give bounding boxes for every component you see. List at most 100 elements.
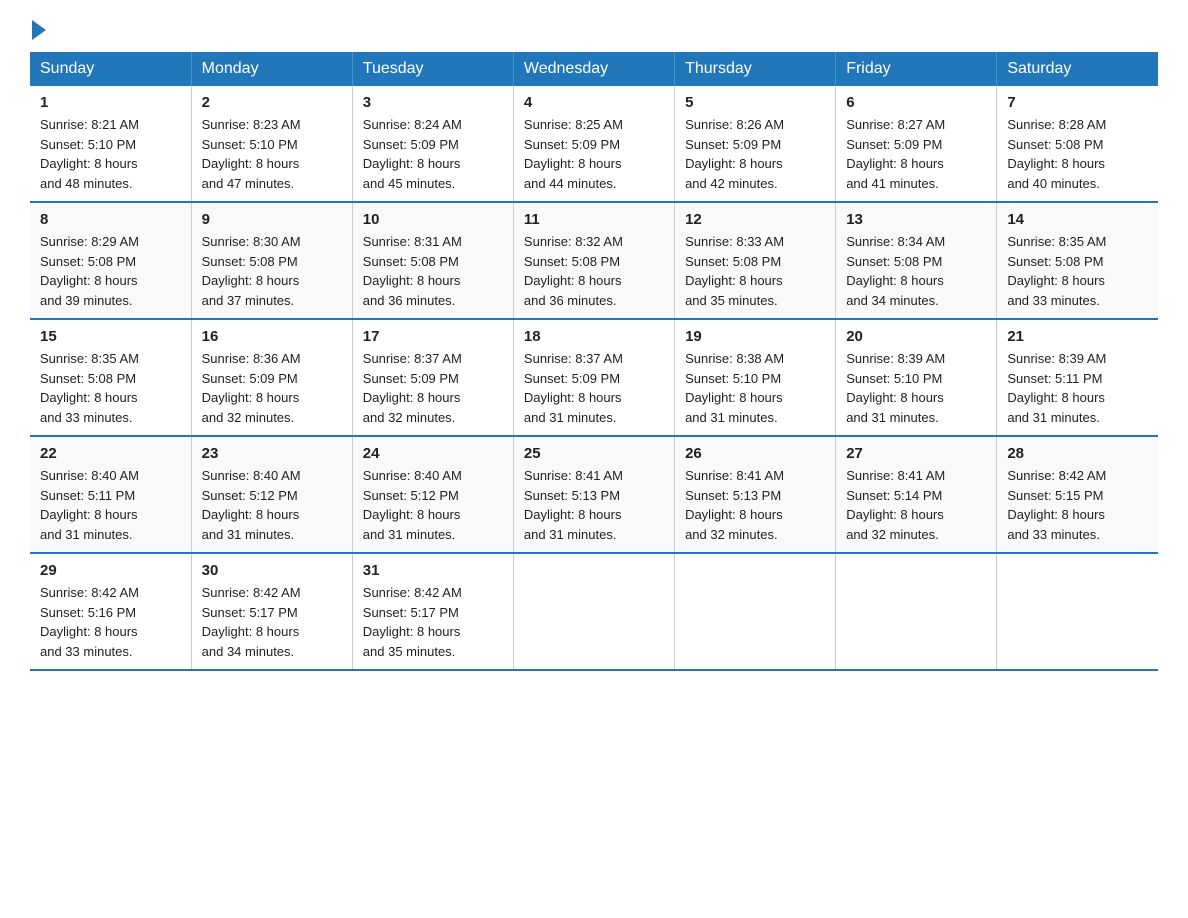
- day-number: 23: [202, 445, 342, 462]
- day-number: 4: [524, 94, 664, 111]
- day-info: Sunrise: 8:42 AMSunset: 5:17 PMDaylight:…: [363, 583, 503, 661]
- day-number: 29: [40, 562, 181, 579]
- day-number: 25: [524, 445, 664, 462]
- calendar-cell: 19 Sunrise: 8:38 AMSunset: 5:10 PMDaylig…: [675, 319, 836, 436]
- calendar-cell: 31 Sunrise: 8:42 AMSunset: 5:17 PMDaylig…: [352, 553, 513, 670]
- calendar-cell: 2 Sunrise: 8:23 AMSunset: 5:10 PMDayligh…: [191, 86, 352, 202]
- calendar-cell: 17 Sunrise: 8:37 AMSunset: 5:09 PMDaylig…: [352, 319, 513, 436]
- day-info: Sunrise: 8:23 AMSunset: 5:10 PMDaylight:…: [202, 115, 342, 193]
- day-info: Sunrise: 8:34 AMSunset: 5:08 PMDaylight:…: [846, 232, 986, 310]
- page-header: [30, 20, 1158, 36]
- calendar-week-4: 22 Sunrise: 8:40 AMSunset: 5:11 PMDaylig…: [30, 436, 1158, 553]
- day-info: Sunrise: 8:21 AMSunset: 5:10 PMDaylight:…: [40, 115, 181, 193]
- calendar-cell: [513, 553, 674, 670]
- header-thursday: Thursday: [675, 52, 836, 86]
- day-number: 13: [846, 211, 986, 228]
- calendar-cell: 15 Sunrise: 8:35 AMSunset: 5:08 PMDaylig…: [30, 319, 191, 436]
- day-info: Sunrise: 8:31 AMSunset: 5:08 PMDaylight:…: [363, 232, 503, 310]
- day-number: 27: [846, 445, 986, 462]
- calendar-cell: 22 Sunrise: 8:40 AMSunset: 5:11 PMDaylig…: [30, 436, 191, 553]
- logo: [30, 20, 46, 36]
- header-friday: Friday: [836, 52, 997, 86]
- calendar-cell: 20 Sunrise: 8:39 AMSunset: 5:10 PMDaylig…: [836, 319, 997, 436]
- calendar-cell: 23 Sunrise: 8:40 AMSunset: 5:12 PMDaylig…: [191, 436, 352, 553]
- day-info: Sunrise: 8:32 AMSunset: 5:08 PMDaylight:…: [524, 232, 664, 310]
- day-info: Sunrise: 8:40 AMSunset: 5:12 PMDaylight:…: [363, 466, 503, 544]
- calendar-cell: 21 Sunrise: 8:39 AMSunset: 5:11 PMDaylig…: [997, 319, 1158, 436]
- calendar-cell: 12 Sunrise: 8:33 AMSunset: 5:08 PMDaylig…: [675, 202, 836, 319]
- day-number: 17: [363, 328, 503, 345]
- calendar-cell: [997, 553, 1158, 670]
- day-info: Sunrise: 8:40 AMSunset: 5:11 PMDaylight:…: [40, 466, 181, 544]
- day-number: 21: [1007, 328, 1148, 345]
- day-info: Sunrise: 8:41 AMSunset: 5:14 PMDaylight:…: [846, 466, 986, 544]
- day-number: 31: [363, 562, 503, 579]
- day-number: 5: [685, 94, 825, 111]
- calendar-table: SundayMondayTuesdayWednesdayThursdayFrid…: [30, 52, 1158, 671]
- calendar-cell: 10 Sunrise: 8:31 AMSunset: 5:08 PMDaylig…: [352, 202, 513, 319]
- calendar-cell: 9 Sunrise: 8:30 AMSunset: 5:08 PMDayligh…: [191, 202, 352, 319]
- day-info: Sunrise: 8:39 AMSunset: 5:10 PMDaylight:…: [846, 349, 986, 427]
- day-info: Sunrise: 8:42 AMSunset: 5:15 PMDaylight:…: [1007, 466, 1148, 544]
- day-info: Sunrise: 8:33 AMSunset: 5:08 PMDaylight:…: [685, 232, 825, 310]
- calendar-cell: 25 Sunrise: 8:41 AMSunset: 5:13 PMDaylig…: [513, 436, 674, 553]
- day-number: 6: [846, 94, 986, 111]
- day-number: 9: [202, 211, 342, 228]
- day-number: 28: [1007, 445, 1148, 462]
- day-number: 1: [40, 94, 181, 111]
- header-saturday: Saturday: [997, 52, 1158, 86]
- calendar-cell: 16 Sunrise: 8:36 AMSunset: 5:09 PMDaylig…: [191, 319, 352, 436]
- day-info: Sunrise: 8:30 AMSunset: 5:08 PMDaylight:…: [202, 232, 342, 310]
- calendar-week-5: 29 Sunrise: 8:42 AMSunset: 5:16 PMDaylig…: [30, 553, 1158, 670]
- day-info: Sunrise: 8:37 AMSunset: 5:09 PMDaylight:…: [363, 349, 503, 427]
- day-number: 3: [363, 94, 503, 111]
- day-number: 30: [202, 562, 342, 579]
- day-number: 8: [40, 211, 181, 228]
- day-info: Sunrise: 8:28 AMSunset: 5:08 PMDaylight:…: [1007, 115, 1148, 193]
- calendar-cell: [675, 553, 836, 670]
- day-number: 10: [363, 211, 503, 228]
- day-info: Sunrise: 8:42 AMSunset: 5:16 PMDaylight:…: [40, 583, 181, 661]
- day-info: Sunrise: 8:37 AMSunset: 5:09 PMDaylight:…: [524, 349, 664, 427]
- calendar-cell: 11 Sunrise: 8:32 AMSunset: 5:08 PMDaylig…: [513, 202, 674, 319]
- calendar-cell: 7 Sunrise: 8:28 AMSunset: 5:08 PMDayligh…: [997, 86, 1158, 202]
- header-sunday: Sunday: [30, 52, 191, 86]
- day-info: Sunrise: 8:26 AMSunset: 5:09 PMDaylight:…: [685, 115, 825, 193]
- day-info: Sunrise: 8:36 AMSunset: 5:09 PMDaylight:…: [202, 349, 342, 427]
- calendar-cell: 29 Sunrise: 8:42 AMSunset: 5:16 PMDaylig…: [30, 553, 191, 670]
- day-number: 20: [846, 328, 986, 345]
- calendar-cell: 3 Sunrise: 8:24 AMSunset: 5:09 PMDayligh…: [352, 86, 513, 202]
- calendar-week-3: 15 Sunrise: 8:35 AMSunset: 5:08 PMDaylig…: [30, 319, 1158, 436]
- calendar-cell: 27 Sunrise: 8:41 AMSunset: 5:14 PMDaylig…: [836, 436, 997, 553]
- calendar-cell: 5 Sunrise: 8:26 AMSunset: 5:09 PMDayligh…: [675, 86, 836, 202]
- calendar-cell: 14 Sunrise: 8:35 AMSunset: 5:08 PMDaylig…: [997, 202, 1158, 319]
- day-number: 19: [685, 328, 825, 345]
- day-info: Sunrise: 8:40 AMSunset: 5:12 PMDaylight:…: [202, 466, 342, 544]
- day-number: 26: [685, 445, 825, 462]
- calendar-cell: [836, 553, 997, 670]
- day-info: Sunrise: 8:29 AMSunset: 5:08 PMDaylight:…: [40, 232, 181, 310]
- calendar-cell: 1 Sunrise: 8:21 AMSunset: 5:10 PMDayligh…: [30, 86, 191, 202]
- logo-arrow-icon: [32, 20, 46, 40]
- day-info: Sunrise: 8:35 AMSunset: 5:08 PMDaylight:…: [40, 349, 181, 427]
- calendar-cell: 13 Sunrise: 8:34 AMSunset: 5:08 PMDaylig…: [836, 202, 997, 319]
- day-number: 7: [1007, 94, 1148, 111]
- day-info: Sunrise: 8:41 AMSunset: 5:13 PMDaylight:…: [524, 466, 664, 544]
- day-info: Sunrise: 8:42 AMSunset: 5:17 PMDaylight:…: [202, 583, 342, 661]
- day-info: Sunrise: 8:38 AMSunset: 5:10 PMDaylight:…: [685, 349, 825, 427]
- day-number: 16: [202, 328, 342, 345]
- calendar-cell: 30 Sunrise: 8:42 AMSunset: 5:17 PMDaylig…: [191, 553, 352, 670]
- day-number: 15: [40, 328, 181, 345]
- day-number: 18: [524, 328, 664, 345]
- day-number: 12: [685, 211, 825, 228]
- day-info: Sunrise: 8:41 AMSunset: 5:13 PMDaylight:…: [685, 466, 825, 544]
- calendar-cell: 6 Sunrise: 8:27 AMSunset: 5:09 PMDayligh…: [836, 86, 997, 202]
- calendar-header-row: SundayMondayTuesdayWednesdayThursdayFrid…: [30, 52, 1158, 86]
- day-number: 22: [40, 445, 181, 462]
- calendar-week-2: 8 Sunrise: 8:29 AMSunset: 5:08 PMDayligh…: [30, 202, 1158, 319]
- calendar-cell: 4 Sunrise: 8:25 AMSunset: 5:09 PMDayligh…: [513, 86, 674, 202]
- calendar-cell: 8 Sunrise: 8:29 AMSunset: 5:08 PMDayligh…: [30, 202, 191, 319]
- header-tuesday: Tuesday: [352, 52, 513, 86]
- calendar-cell: 18 Sunrise: 8:37 AMSunset: 5:09 PMDaylig…: [513, 319, 674, 436]
- day-info: Sunrise: 8:24 AMSunset: 5:09 PMDaylight:…: [363, 115, 503, 193]
